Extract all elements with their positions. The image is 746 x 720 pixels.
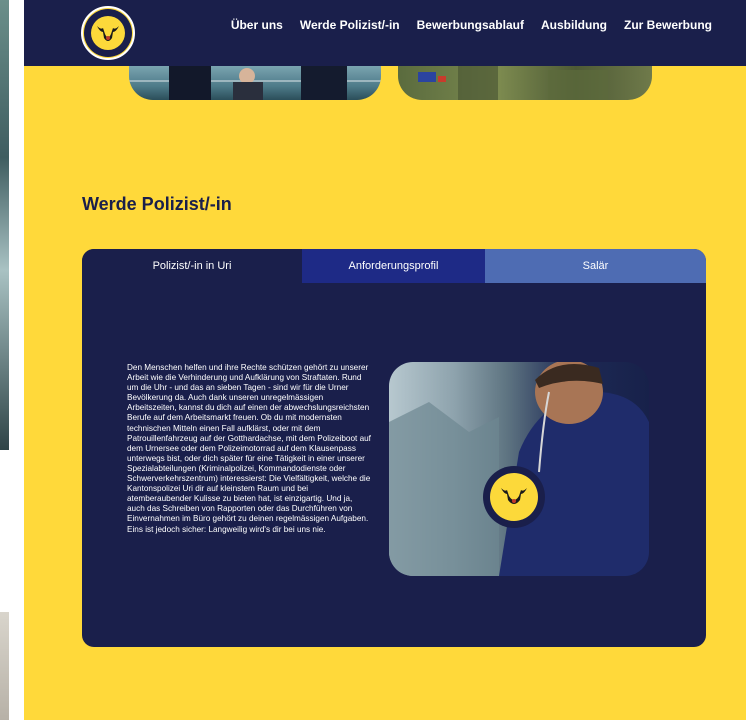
site-header: Über uns Werde Polizist/-in Bewerbungsab… [24, 0, 746, 66]
nav-ausbildung[interactable]: Ausbildung [541, 18, 607, 32]
nav-bewerbungsablauf[interactable]: Bewerbungsablauf [417, 18, 524, 32]
tab-anforderungsprofil[interactable]: Anforderungsprofil [302, 249, 485, 283]
nav-ueber-uns[interactable]: Über uns [231, 18, 283, 32]
left-background-photo [0, 0, 9, 450]
tab-salaer[interactable]: Salär [485, 249, 706, 283]
officer-photo [389, 362, 649, 576]
nav-zur-bewerbung[interactable]: Zur Bewerbung [624, 18, 712, 32]
polizei-uri-logo[interactable] [81, 6, 135, 60]
tab-polizist-in-uri[interactable]: Polizist/-in in Uri [82, 249, 302, 283]
tab-content-text: Den Menschen helfen und ihre Rechte schü… [127, 363, 371, 534]
nav-werde-polizist[interactable]: Werde Polizist/-in [300, 18, 400, 32]
main-nav: Über uns Werde Polizist/-in Bewerbungsab… [231, 0, 712, 50]
field-photo [398, 66, 652, 100]
tabs-panel: Polizist/-in in Uri Anforderungsprofil S… [82, 249, 706, 647]
tab-bar: Polizist/-in in Uri Anforderungsprofil S… [82, 249, 706, 283]
left-background-photo-lower [0, 612, 9, 720]
section-title: Werde Polizist/-in [82, 194, 232, 214]
boat-photo [129, 66, 381, 100]
